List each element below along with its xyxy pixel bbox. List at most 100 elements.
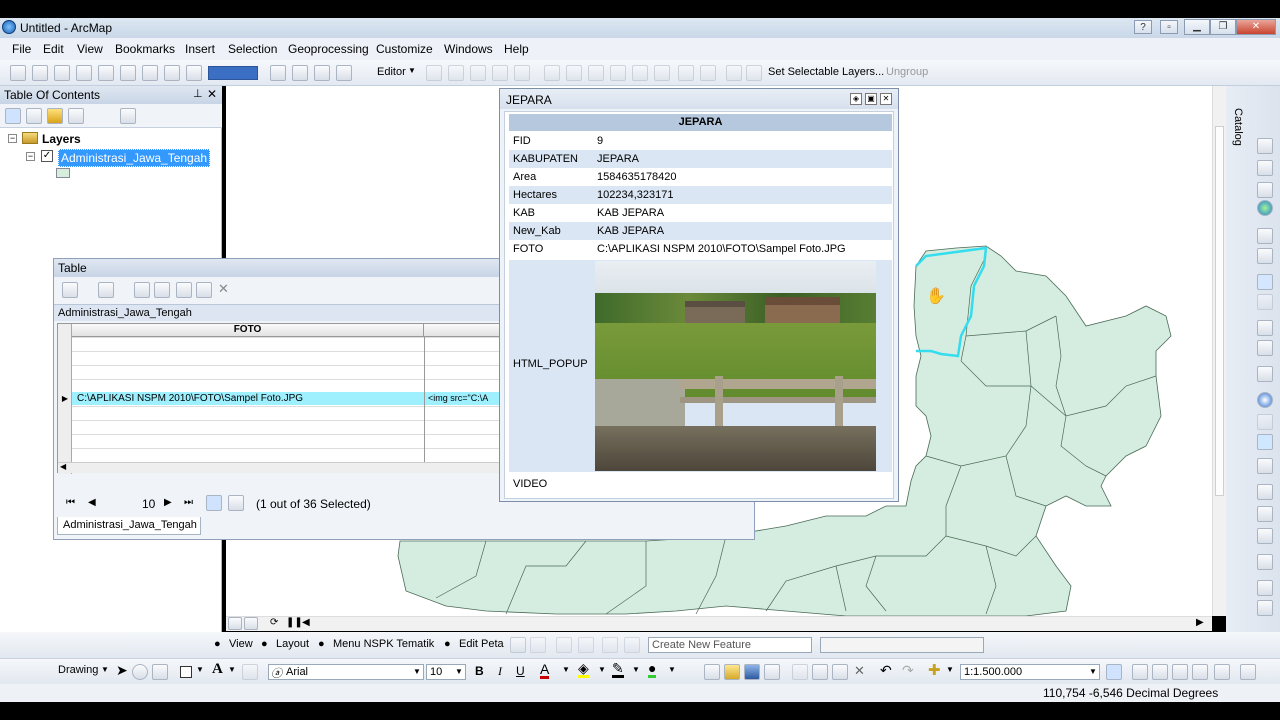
menu-help[interactable]: Help bbox=[504, 42, 529, 56]
clear-table-selection-icon[interactable] bbox=[176, 282, 192, 298]
show-selected-records-icon[interactable] bbox=[228, 495, 244, 511]
font-combo[interactable]: ⓐ Arial ▼ bbox=[268, 664, 424, 680]
maximize-button[interactable]: ❐ bbox=[1210, 19, 1236, 35]
scroll-left-icon[interactable]: ◀ bbox=[302, 617, 310, 628]
catalog-tab[interactable]: Catalog bbox=[1232, 108, 1244, 146]
go-to-xy-icon[interactable] bbox=[1257, 528, 1273, 544]
zoom-out-tool-icon[interactable] bbox=[32, 65, 48, 81]
edit-vertices-draw-icon[interactable] bbox=[242, 664, 258, 680]
edit-peta-button[interactable]: Edit Peta bbox=[459, 638, 504, 650]
layer-name[interactable]: Administrasi_Jawa_Tengah bbox=[58, 149, 211, 167]
view-button[interactable]: View bbox=[229, 638, 253, 650]
bold-button[interactable]: B bbox=[475, 664, 484, 678]
last-record-icon[interactable]: ⏭ bbox=[184, 497, 193, 508]
edit-tool-icon[interactable] bbox=[426, 65, 442, 81]
fill-color-icon[interactable]: ◈ bbox=[578, 661, 589, 678]
trace-icon[interactable] bbox=[492, 65, 508, 81]
popup-pin-icon[interactable]: ◈ bbox=[850, 93, 862, 105]
find-route-icon[interactable] bbox=[1257, 506, 1273, 522]
fixed-zoom-out-icon2[interactable] bbox=[1257, 248, 1273, 264]
open-icon[interactable] bbox=[724, 664, 740, 680]
graphics-pointer-icon[interactable] bbox=[746, 65, 762, 81]
font-color-button[interactable]: A bbox=[540, 662, 550, 679]
list-by-selection-icon[interactable] bbox=[68, 108, 84, 124]
fixed-zoom-out-icon[interactable] bbox=[120, 65, 136, 81]
table-grid[interactable]: FOTO ▶ C:\APLIKASI NSPM 2010\FOTO\Sampel… bbox=[57, 323, 500, 474]
fixed-zoom-icon[interactable] bbox=[98, 65, 114, 81]
help-button[interactable]: ? bbox=[1134, 20, 1152, 34]
zoom-to-selected-icon[interactable] bbox=[196, 282, 212, 298]
back-extent-icon[interactable] bbox=[142, 65, 158, 81]
switch-selection-icon[interactable] bbox=[154, 282, 170, 298]
table-row-selected-foto[interactable]: C:\APLIKASI NSPM 2010\FOTO\Sampel Foto.J… bbox=[72, 392, 424, 405]
layers-collapse-icon[interactable]: − bbox=[8, 134, 17, 143]
print-icon[interactable] bbox=[764, 664, 780, 680]
text-tool-icon[interactable]: A bbox=[212, 661, 223, 678]
draw-line-icon[interactable] bbox=[530, 637, 546, 653]
toc-window-icon[interactable] bbox=[1132, 664, 1148, 680]
sketch-icon[interactable] bbox=[578, 637, 594, 653]
layout-zoom-icon[interactable] bbox=[292, 65, 308, 81]
toc-options-icon[interactable] bbox=[120, 108, 136, 124]
reshape-icon[interactable] bbox=[566, 65, 582, 81]
pan-hand-icon[interactable] bbox=[1257, 182, 1273, 198]
pin-icon[interactable]: ⊥ bbox=[193, 87, 203, 100]
identify-icon[interactable] bbox=[1257, 392, 1273, 408]
rect-dropdown-icon[interactable]: ▼ bbox=[196, 665, 204, 674]
map-scale-combo[interactable]: 1:1.500.000 ▼ bbox=[960, 664, 1100, 680]
line-color-dropdown-icon[interactable]: ▼ bbox=[632, 665, 640, 674]
zoom-combo[interactable] bbox=[208, 66, 258, 80]
show-all-records-icon[interactable] bbox=[206, 495, 222, 511]
text-dropdown-icon[interactable]: ▼ bbox=[228, 665, 236, 674]
editor-toolbar-icon[interactable] bbox=[1106, 664, 1122, 680]
record-number[interactable]: 10 bbox=[142, 497, 155, 511]
next-record-icon[interactable]: ▶ bbox=[164, 497, 172, 508]
fixed-zoom-in-icon[interactable] bbox=[1257, 228, 1273, 244]
refresh-icon[interactable]: ⟳ bbox=[270, 617, 278, 628]
toggle-draft-icon[interactable] bbox=[314, 65, 330, 81]
edit-annotation-icon[interactable] bbox=[448, 65, 464, 81]
close-button[interactable]: ✕ bbox=[1236, 19, 1276, 35]
select-elements-arrow-icon[interactable] bbox=[1257, 366, 1273, 382]
list-by-source-icon[interactable] bbox=[26, 108, 42, 124]
toc-close-icon[interactable]: ✕ bbox=[207, 87, 217, 101]
layout-button[interactable]: Layout bbox=[276, 638, 309, 650]
new-document-icon[interactable] bbox=[704, 664, 720, 680]
related-tables-icon[interactable] bbox=[98, 282, 114, 298]
menu-selection[interactable]: Selection bbox=[228, 42, 277, 56]
menu-windows[interactable]: Windows bbox=[444, 42, 493, 56]
straight-segment-icon[interactable] bbox=[470, 65, 486, 81]
sketch-properties-icon[interactable] bbox=[678, 65, 694, 81]
scroll-right-icon[interactable]: ▶ bbox=[1196, 617, 1204, 628]
point-icon[interactable] bbox=[514, 65, 530, 81]
data-view-button[interactable] bbox=[228, 617, 242, 630]
forward-extent-icon[interactable] bbox=[164, 65, 180, 81]
add-data-icon[interactable]: ✚ bbox=[928, 661, 941, 679]
cut-polygon-icon[interactable] bbox=[588, 65, 604, 81]
create-viewer-icon[interactable] bbox=[1257, 580, 1273, 596]
split-tool-icon[interactable] bbox=[602, 637, 618, 653]
drawing-menu[interactable]: Drawing bbox=[58, 664, 98, 676]
popup-close-icon[interactable]: ✕ bbox=[880, 93, 892, 105]
select-elements-icon[interactable] bbox=[726, 65, 742, 81]
measure-icon[interactable] bbox=[1257, 458, 1273, 474]
split-icon[interactable] bbox=[610, 65, 626, 81]
create-feature-dropdown[interactable]: Create New Feature bbox=[648, 637, 812, 653]
paste-icon[interactable] bbox=[832, 664, 848, 680]
table-row-selected-html[interactable]: <img src="C:\A bbox=[424, 392, 500, 405]
hyperlink-icon[interactable] bbox=[1257, 414, 1273, 430]
table-tab[interactable]: Administrasi_Jawa_Tengah bbox=[57, 517, 201, 535]
rectangle-tool-icon[interactable] bbox=[180, 666, 192, 678]
list-by-drawing-order-icon[interactable] bbox=[5, 108, 21, 124]
zoom-in-icon[interactable] bbox=[1257, 138, 1273, 154]
select-arrow-icon[interactable]: ➤ bbox=[116, 662, 128, 679]
search-window-icon[interactable] bbox=[1172, 664, 1188, 680]
focus-frame-icon[interactable] bbox=[336, 65, 352, 81]
column-header-html[interactable] bbox=[424, 324, 500, 337]
underline-button[interactable]: U bbox=[516, 664, 525, 678]
map-scale-dropdown-icon[interactable]: ▼ bbox=[1089, 667, 1097, 676]
rotate-element-icon[interactable] bbox=[132, 664, 148, 680]
table-scroll-left-icon[interactable]: ◀ bbox=[60, 462, 66, 471]
full-extent-icon[interactable] bbox=[76, 65, 92, 81]
page-layout-icon[interactable] bbox=[270, 65, 286, 81]
